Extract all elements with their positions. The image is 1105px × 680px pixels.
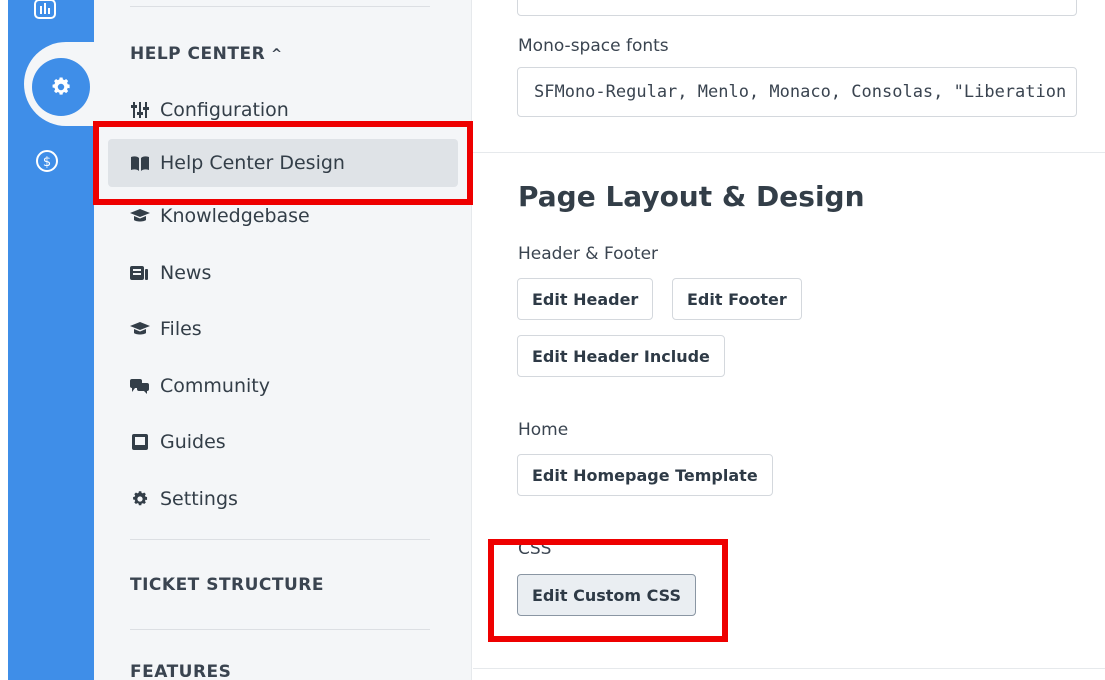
sidebar-item-files[interactable]: Files <box>108 305 458 353</box>
sidebar-item-label: Community <box>160 375 270 397</box>
sidebar-divider <box>130 539 430 540</box>
help-center-section-toggle[interactable]: HELP CENTER ^ <box>130 44 283 64</box>
sidebar-item-label: Files <box>160 318 202 340</box>
font-input-partial[interactable] <box>517 0 1077 16</box>
sidebar-divider <box>130 6 430 7</box>
features-title: FEATURES <box>130 662 232 680</box>
edit-header-button[interactable]: Edit Header <box>517 278 654 320</box>
reports-icon[interactable] <box>32 0 58 22</box>
highlight-edit-custom-css <box>488 539 728 642</box>
ticket-structure-section-toggle[interactable]: TICKET STRUCTURE <box>130 575 324 595</box>
sidebar-item-label: News <box>160 262 212 284</box>
chevron-up-icon: ^ <box>271 46 283 62</box>
sidebar-item-settings[interactable]: Settings <box>108 475 458 523</box>
comments-icon <box>130 376 150 396</box>
guide-book-icon <box>130 432 150 452</box>
home-label: Home <box>518 420 569 440</box>
sidebar-item-label: Knowledgebase <box>160 205 310 227</box>
sidebar-item-news[interactable]: News <box>108 249 458 297</box>
graduation-cap-icon <box>130 206 150 226</box>
sidebar-item-label: Configuration <box>160 99 289 121</box>
header-footer-label: Header & Footer <box>518 244 659 264</box>
newspaper-icon <box>130 263 150 283</box>
highlight-help-center-design <box>93 121 473 205</box>
edit-footer-button[interactable]: Edit Footer <box>672 278 802 320</box>
sidebar-divider <box>130 629 430 630</box>
billing-dollar-icon[interactable]: $ <box>34 148 60 174</box>
mono-fonts-input[interactable]: SFMono-Regular, Menlo, Monaco, Consolas,… <box>517 67 1077 117</box>
sliders-icon <box>130 100 150 120</box>
page-layout-heading: Page Layout & Design <box>518 180 865 213</box>
edit-header-include-button[interactable]: Edit Header Include <box>517 335 725 377</box>
sidebar-item-community[interactable]: Community <box>108 362 458 410</box>
edit-homepage-template-button[interactable]: Edit Homepage Template <box>517 454 773 496</box>
features-section-toggle[interactable]: FEATURES <box>130 662 231 680</box>
gear-icon <box>130 489 150 509</box>
graduation-cap-icon <box>130 319 150 339</box>
sidebar-item-label: Settings <box>160 488 238 510</box>
sidebar-item-label: Guides <box>160 431 226 453</box>
settings-sidebar: HELP CENTER ^ Configuration Help Center … <box>94 0 472 680</box>
mono-fonts-label: Mono-space fonts <box>518 36 669 56</box>
section-separator <box>473 668 1105 669</box>
sidebar-item-guides[interactable]: Guides <box>108 418 458 466</box>
ticket-structure-title: TICKET STRUCTURE <box>130 575 325 595</box>
app-rail: $ <box>0 0 102 680</box>
help-center-title: HELP CENTER <box>130 44 266 64</box>
section-separator <box>473 152 1105 153</box>
admin-gear-icon[interactable] <box>32 58 90 116</box>
svg-text:$: $ <box>43 155 51 170</box>
